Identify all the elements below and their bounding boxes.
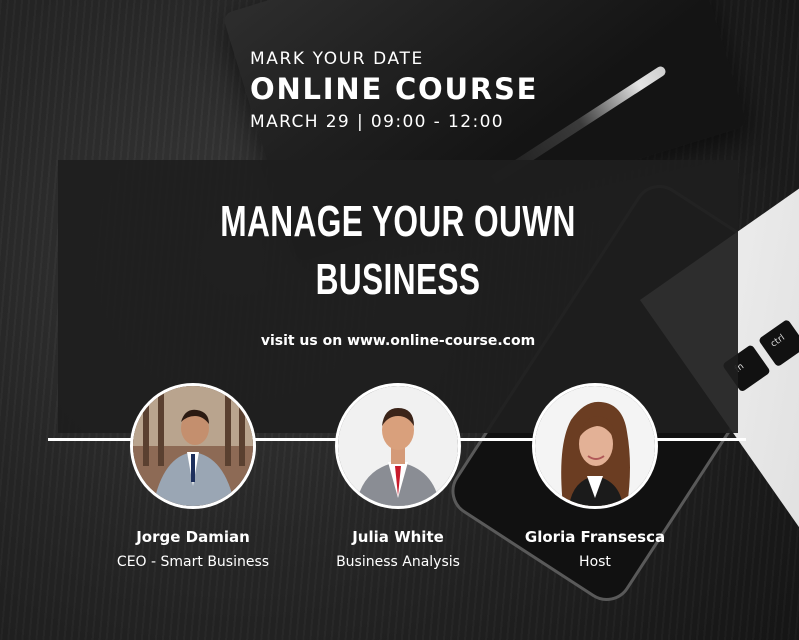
event-header: MARK YOUR DATE ONLINE COURSE MARCH 29 | … (250, 48, 570, 136)
headline-line-1: MANAGE YOUR OUWN (220, 197, 576, 246)
headline-line-2: BUSINESS (315, 255, 481, 304)
speaker-card: Gloria Fransesca Host (500, 383, 690, 572)
laptop-key: ctrl (757, 318, 799, 368)
avatar (532, 383, 658, 509)
headline: MANAGE YOUR OUWN BUSINESS (153, 193, 643, 309)
speaker-card: Julia White Business Analysis (303, 383, 493, 572)
woman-portrait-icon (535, 386, 655, 506)
speaker-role: CEO - Smart Business (116, 554, 270, 570)
man-portrait-icon (133, 386, 253, 506)
speaker-name: Gloria Fransesca (524, 528, 666, 546)
avatar (130, 383, 256, 509)
speaker-name: Jorge Damian (136, 528, 250, 546)
website-link[interactable]: visit us on www.online-course.com (58, 333, 738, 349)
pre-title: MARK YOUR DATE (250, 49, 424, 69)
speaker-card: Jorge Damian CEO - Smart Business (98, 383, 288, 572)
course-poster: fn ctrl MARK YOUR DATE ONLINE COURSE MAR… (0, 0, 799, 640)
course-title: ONLINE COURSE (250, 72, 539, 106)
man-portrait-icon (338, 386, 458, 506)
avatar (335, 383, 461, 509)
speaker-role: Business Analysis (336, 554, 460, 570)
event-date-time: MARCH 29 | 09:00 - 12:00 (250, 112, 505, 132)
speaker-name: Julia White (352, 528, 444, 546)
speaker-role: Host (579, 554, 611, 570)
